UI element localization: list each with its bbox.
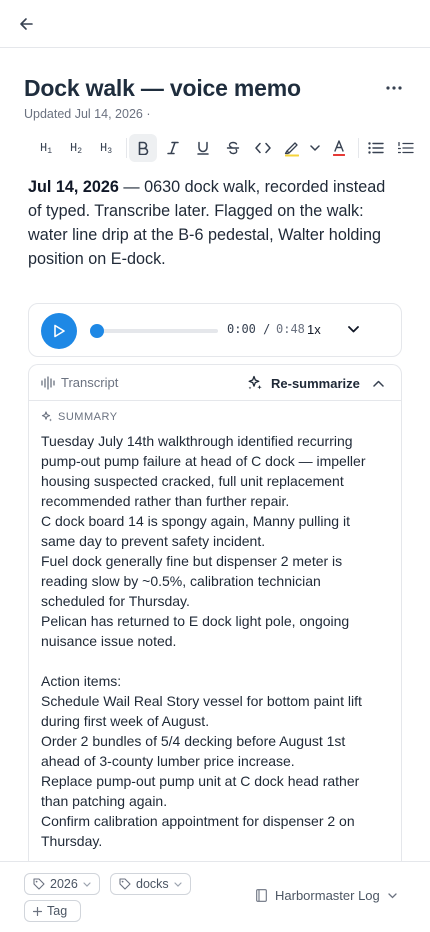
action-item: Schedule Wail Real Story vessel for bott…: [41, 693, 362, 729]
tag-label: 2026: [50, 877, 78, 891]
tag-icon: [33, 878, 45, 890]
text-color-button[interactable]: [326, 134, 352, 162]
more-options-button[interactable]: [382, 76, 406, 100]
transcript-header: Transcript Re-summarize: [29, 365, 401, 401]
collapse-transcript-button[interactable]: [371, 376, 385, 390]
bold-button[interactable]: [129, 134, 157, 162]
action-item: Order 2 bundles of 5/4 decking before Au…: [41, 733, 346, 769]
format-toolbar: H1 H2 H3: [24, 134, 430, 162]
summary-text: Tuesday July 14th walkthrough identified…: [41, 431, 386, 851]
highlight-dropdown-button[interactable]: [306, 134, 324, 162]
transcript-panel: Transcript Re-summarize SUMMARY Tuesday …: [28, 364, 402, 864]
transcript-label: Transcript: [61, 375, 119, 390]
note-footer: 2026 docks Tag Harbormaster Log: [0, 861, 430, 932]
chevron-down-icon: [310, 145, 320, 151]
toolbar-divider: [126, 138, 127, 158]
player-expand-button[interactable]: [345, 321, 361, 337]
summary-heading: SUMMARY: [41, 411, 118, 423]
progress-track[interactable]: [97, 329, 218, 333]
notebook-selector[interactable]: Harbormaster Log: [256, 888, 397, 903]
highlighter-icon: [284, 142, 299, 157]
heading-1-button[interactable]: H1: [32, 134, 60, 162]
current-time: 0:00 /: [227, 322, 271, 336]
numbered-list-button[interactable]: [392, 134, 420, 162]
tag-label: docks: [136, 877, 169, 891]
notebook-icon: [256, 889, 267, 902]
chevron-down-icon: [83, 881, 91, 887]
note-title[interactable]: Dock walk — voice memo: [24, 74, 406, 102]
updated-timestamp: Updated Jul 14, 2026 ·: [24, 107, 151, 121]
underline-button[interactable]: [189, 134, 217, 162]
tag-chip-docks[interactable]: docks: [110, 873, 191, 895]
italic-icon: [167, 141, 179, 155]
numbered-list-icon: [398, 142, 414, 154]
heading-3-button[interactable]: H3: [92, 134, 120, 162]
action-item: Replace pump-out pump unit at C dock hea…: [41, 773, 360, 809]
bullet-list-button[interactable]: [362, 134, 390, 162]
heading-2-label: H2: [69, 141, 82, 156]
sparkle-icon: [248, 375, 262, 390]
toolbar-divider: [358, 138, 359, 158]
heading-1-label: H1: [39, 141, 52, 156]
add-tag-button[interactable]: Tag: [24, 900, 82, 922]
heading-3-label: H3: [99, 141, 112, 156]
highlight-button[interactable]: [279, 134, 305, 162]
summary-line: Fuel dock generally fine but dispenser 2…: [41, 553, 343, 609]
summary-line: C dock board 14 is spongy again, Manny p…: [41, 513, 350, 549]
underline-icon: [197, 141, 209, 155]
highlight-color-swatch: [285, 154, 299, 157]
waveform-icon: [41, 376, 55, 390]
code-icon: [255, 142, 271, 154]
action-items-label: Action items:: [41, 673, 122, 689]
top-bar: [0, 0, 430, 48]
bold-icon: [138, 141, 149, 155]
heading-2-button[interactable]: H2: [62, 134, 90, 162]
text-color-icon: [333, 140, 345, 156]
chevron-down-icon: [388, 892, 397, 898]
add-tag-label: Tag: [47, 904, 68, 918]
summary-line: Tuesday July 14th walkthrough identified…: [41, 433, 366, 509]
resummarize-button[interactable]: Re-summarize: [247, 372, 360, 394]
plus-icon: [33, 906, 42, 916]
strikethrough-button[interactable]: [219, 134, 247, 162]
back-button[interactable]: [14, 12, 38, 36]
chevron-up-icon: [372, 380, 384, 387]
note-body[interactable]: Jul 14, 2026 — 0630 dock walk, recorded …: [28, 175, 398, 271]
summary-line: Pelican has returned to E dock light pol…: [41, 613, 350, 649]
duration: 0:48: [276, 322, 305, 336]
strikethrough-icon: [226, 141, 240, 155]
audio-player: 0:00 / 0:48 1x: [28, 303, 402, 357]
resummarize-label: Re-summarize: [271, 375, 360, 391]
summary-label: SUMMARY: [58, 411, 118, 423]
action-item: Confirm calibration appointment for disp…: [41, 813, 355, 849]
note-body-date: Jul 14, 2026: [28, 178, 119, 196]
sparkle-icon: [41, 411, 52, 422]
tag-icon: [119, 878, 131, 890]
notebook-label: Harbormaster Log: [275, 888, 380, 903]
italic-button[interactable]: [159, 134, 187, 162]
chevron-down-icon: [347, 325, 359, 332]
tag-chip-2026[interactable]: 2026: [24, 873, 100, 895]
playback-speed-button[interactable]: 1x: [307, 322, 321, 337]
play-button[interactable]: [41, 313, 77, 349]
bullet-list-icon: [368, 142, 384, 154]
code-button[interactable]: [249, 134, 277, 162]
more-horizontal-icon: [386, 86, 402, 90]
progress-knob[interactable]: [90, 324, 104, 338]
arrow-left-icon: [20, 18, 33, 30]
play-icon: [54, 324, 65, 338]
title-row: Dock walk — voice memo: [24, 74, 406, 104]
chevron-down-icon: [174, 881, 182, 887]
text-color-swatch: [333, 154, 345, 156]
